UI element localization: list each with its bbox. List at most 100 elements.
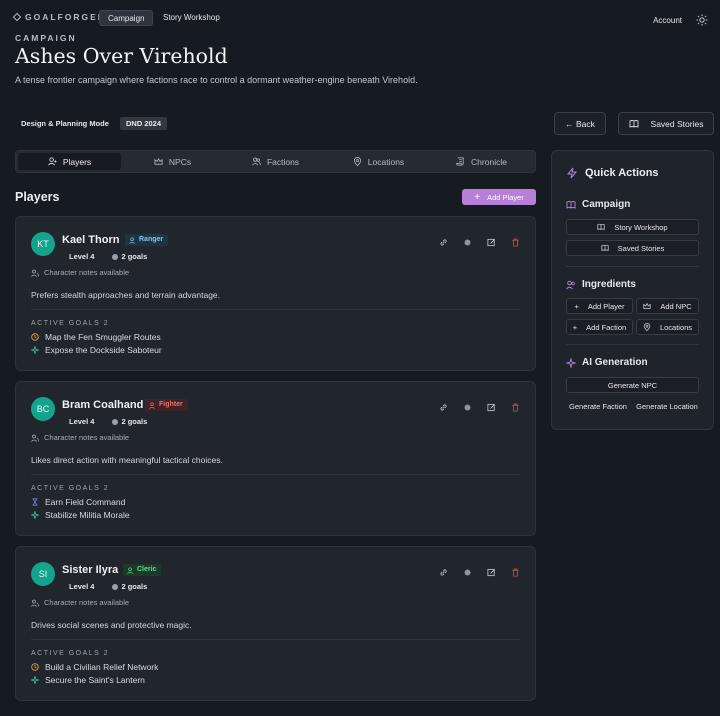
sidebar-add-player-button[interactable]: + Add Player <box>566 298 633 314</box>
back-label: ← Back <box>565 118 595 129</box>
player-name: Kael Thorn <box>62 234 120 246</box>
generate-location-button[interactable]: Generate Location <box>632 398 702 414</box>
level-label: Level 4 <box>69 582 95 591</box>
book-icon <box>629 119 638 128</box>
tab-chronicle[interactable]: Chronicle <box>430 153 533 170</box>
theme-toggle-sun-icon[interactable] <box>696 14 708 26</box>
tab-players[interactable]: Players <box>18 153 121 170</box>
edit-icon[interactable] <box>487 403 496 412</box>
link-icon[interactable] <box>439 238 448 247</box>
sparkle-icon <box>31 346 39 354</box>
link-icon[interactable] <box>439 568 448 577</box>
tab-npcs-label: NPCs <box>168 156 192 167</box>
ingredients-heading-label: Ingredients <box>582 279 636 290</box>
trash-icon[interactable] <box>511 238 520 247</box>
card-actions <box>439 403 520 412</box>
generate-location-label: Generate Location <box>636 401 698 411</box>
goal-item: Earn Field Command <box>31 497 125 507</box>
trash-icon[interactable] <box>511 568 520 577</box>
back-button[interactable]: ← Back <box>554 112 606 135</box>
character-notes: Character notes available <box>31 268 129 277</box>
status-dot-icon[interactable] <box>463 238 472 247</box>
trash-icon[interactable] <box>511 403 520 412</box>
players-section-title: Players <box>15 190 60 204</box>
tab-chronicle-label: Chronicle <box>471 156 507 167</box>
clock-icon <box>31 663 39 671</box>
crown-icon <box>643 302 651 309</box>
clock-icon <box>31 333 39 341</box>
goal-count-icon <box>112 583 119 590</box>
campaign-eyebrow: CAMPAIGN <box>15 33 77 43</box>
goal-text: Earn Field Command <box>45 497 126 507</box>
locations-button[interactable]: Locations <box>636 319 699 335</box>
goals-count: 2 goals <box>121 252 148 261</box>
book-icon <box>566 200 576 209</box>
users-icon <box>31 269 39 277</box>
add-faction-button[interactable]: + Add Faction <box>566 319 633 335</box>
goal-item: Expose the Dockside Saboteur <box>31 345 162 355</box>
sidebar-saved-stories-button[interactable]: Saved Stories <box>566 240 699 256</box>
status-dot-icon[interactable] <box>463 403 472 412</box>
generate-npc-button[interactable]: Generate NPC <box>566 377 699 393</box>
users-icon <box>566 280 575 289</box>
player-meta: Level 4 2 goals <box>69 582 147 591</box>
player-card: KT Kael Thorn Ranger Level 4 2 goals Cha… <box>15 216 536 371</box>
user-icon <box>127 566 133 574</box>
edit-icon[interactable] <box>487 568 496 577</box>
mode-badge: Design & Planning Mode <box>21 119 109 128</box>
add-npc-button[interactable]: Add NPC <box>636 298 699 314</box>
quick-actions-label: Quick Actions <box>585 167 659 179</box>
goals-count: 2 goals <box>121 417 148 426</box>
add-player-button[interactable]: + Add Player <box>462 189 536 205</box>
tab-factions-label: Factions <box>266 156 300 167</box>
generate-faction-label: Generate Faction <box>569 401 627 411</box>
ingredients-heading: Ingredients <box>566 279 636 290</box>
users-icon <box>31 434 39 442</box>
book-icon <box>597 223 605 230</box>
goal-count-icon <box>112 253 119 260</box>
hourglass-icon <box>32 498 38 506</box>
page-title: Ashes Over Virehold <box>15 44 228 68</box>
top-nav: GOALFORGER Campaign Story Workshop Accou… <box>0 0 720 36</box>
account-link[interactable]: Account <box>653 16 682 25</box>
notes-label: Character notes available <box>44 268 130 277</box>
nav-campaign[interactable]: Campaign <box>99 10 154 26</box>
generate-faction-button[interactable]: Generate Faction <box>566 398 630 414</box>
add-npc-label: Add NPC <box>660 301 692 311</box>
nav-story-workshop[interactable]: Story Workshop <box>155 10 228 26</box>
edit-icon[interactable] <box>487 238 496 247</box>
sidebar-add-player-label: Add Player <box>587 301 625 311</box>
book-icon <box>601 244 609 251</box>
tab-factions[interactable]: Factions <box>224 153 327 170</box>
avatar: SI <box>31 562 55 586</box>
avatar: KT <box>31 232 55 256</box>
divider <box>31 474 520 475</box>
map-pin-icon <box>643 323 651 331</box>
player-description: Likes direct action with meaningful tact… <box>31 455 223 465</box>
tab-locations[interactable]: Locations <box>327 153 430 170</box>
saved-stories-button[interactable]: Saved Stories <box>618 112 714 135</box>
tab-npcs[interactable]: NPCs <box>121 153 224 170</box>
notes-label: Character notes available <box>44 433 130 442</box>
notes-label: Character notes available <box>44 598 130 607</box>
goal-item: Secure the Saint's Lantern <box>31 675 145 685</box>
lightning-icon <box>566 167 578 179</box>
class-badge-ranger: Ranger <box>125 234 169 246</box>
player-meta: Level 4 2 goals <box>69 252 147 261</box>
link-icon[interactable] <box>439 403 448 412</box>
player-description: Prefers stealth approaches and terrain a… <box>31 290 221 300</box>
player-name: Sister Ilyra <box>62 564 119 576</box>
divider <box>31 639 520 640</box>
plus-icon: + <box>474 191 481 203</box>
brand-logo[interactable]: GOALFORGER <box>12 12 106 22</box>
edition-badge: DND 2024 <box>120 117 168 130</box>
character-notes: Character notes available <box>31 598 129 607</box>
sidebar-saved-stories-label: Saved Stories <box>617 243 665 253</box>
story-workshop-button[interactable]: Story Workshop <box>566 219 699 235</box>
goal-text: Build a Civilian Relief Network <box>45 662 159 672</box>
goals-count: 2 goals <box>121 582 148 591</box>
sparkle-icon <box>31 511 39 519</box>
divider <box>566 266 699 267</box>
status-dot-icon[interactable] <box>463 568 472 577</box>
users-icon <box>252 157 261 166</box>
